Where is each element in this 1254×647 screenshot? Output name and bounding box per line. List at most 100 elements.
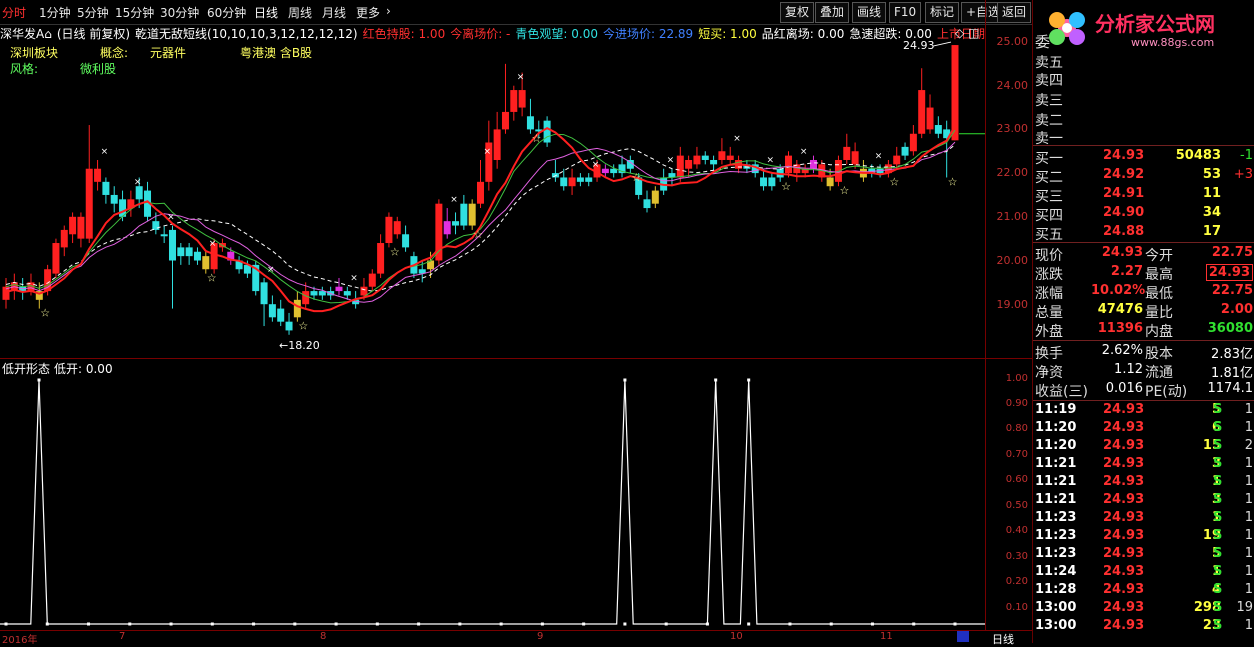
low-open-point bbox=[128, 622, 132, 626]
candle-body[interactable] bbox=[168, 229, 176, 261]
candle-body[interactable] bbox=[52, 243, 60, 274]
candle-body[interactable] bbox=[701, 155, 709, 160]
candle-body[interactable] bbox=[343, 291, 351, 296]
candle-body[interactable] bbox=[576, 177, 584, 182]
bid-row[interactable]: 买一 24.93 50483 -1 bbox=[1033, 148, 1254, 167]
low-open-chart[interactable] bbox=[0, 374, 985, 630]
candle-body[interactable] bbox=[468, 203, 476, 226]
bid-row[interactable]: 买二 24.92 53 +3 bbox=[1033, 167, 1254, 186]
candle-body[interactable] bbox=[651, 190, 659, 204]
tab-monthly[interactable]: 月线 bbox=[322, 4, 346, 21]
candle-body[interactable] bbox=[177, 247, 185, 257]
diamond-icon[interactable]: ◇ bbox=[955, 26, 964, 40]
candle-body[interactable] bbox=[568, 177, 576, 187]
candle-body[interactable] bbox=[477, 181, 484, 204]
candle-body[interactable] bbox=[710, 159, 718, 165]
f10-button[interactable]: F10 bbox=[889, 2, 922, 23]
candle-body[interactable] bbox=[601, 168, 609, 174]
candle-body[interactable] bbox=[560, 177, 568, 187]
candle-body[interactable] bbox=[543, 120, 551, 143]
candle-body[interactable] bbox=[368, 273, 376, 287]
candle-body[interactable] bbox=[443, 221, 451, 235]
candle-body[interactable] bbox=[826, 177, 834, 187]
candle-body[interactable] bbox=[893, 155, 901, 165]
candle-body[interactable] bbox=[685, 159, 693, 169]
candle-body[interactable] bbox=[102, 181, 110, 195]
tab-more[interactable]: 更多 bbox=[356, 4, 380, 21]
candle-body[interactable] bbox=[60, 229, 68, 248]
candle-body[interactable] bbox=[760, 177, 768, 187]
candle-body[interactable] bbox=[452, 221, 460, 226]
candle-body[interactable] bbox=[909, 133, 917, 152]
candle-body[interactable] bbox=[693, 155, 701, 165]
candlestick-chart[interactable]: ☆ ☆ ☆ ☆ ☆ ☆ ☆ ☆ ☆ ☆ ☆ × × × × × × × × × × × × × × × 24.93 ←18.20 bbox=[0, 40, 1032, 358]
stock-name[interactable]: 深华发A bbox=[0, 27, 44, 41]
candle-body[interactable] bbox=[360, 286, 368, 296]
candle-body[interactable] bbox=[493, 129, 501, 160]
period-button[interactable]: 日线 bbox=[992, 631, 1014, 647]
candle-body[interactable] bbox=[585, 177, 593, 182]
candle-body[interactable] bbox=[185, 247, 193, 257]
overlay-button[interactable]: 叠加 bbox=[815, 2, 850, 23]
tab-15min[interactable]: 15分钟 bbox=[115, 4, 154, 21]
candle-body[interactable] bbox=[310, 291, 318, 296]
candle-body[interactable] bbox=[726, 155, 734, 160]
tab-5min[interactable]: 5分钟 bbox=[77, 4, 109, 21]
bid-row[interactable]: 买三 24.91 11 bbox=[1033, 186, 1254, 205]
candle-body[interactable] bbox=[809, 159, 817, 169]
candle-body[interactable] bbox=[152, 221, 160, 230]
candle-body[interactable] bbox=[843, 146, 851, 160]
candle-body[interactable] bbox=[285, 321, 293, 331]
candle-body[interactable] bbox=[69, 216, 77, 235]
candle-body[interactable] bbox=[718, 151, 726, 160]
indicator-name[interactable]: 乾道无敌短线(10,10,10,3,12,12,12,12) bbox=[135, 27, 358, 41]
candle-body[interactable] bbox=[501, 111, 509, 130]
tab-60min[interactable]: 60分钟 bbox=[207, 4, 246, 21]
candle-body[interactable] bbox=[393, 221, 401, 235]
candle-body[interactable] bbox=[160, 234, 168, 237]
candle-body[interactable] bbox=[901, 146, 909, 156]
square-icon[interactable]: ◫ bbox=[968, 26, 979, 40]
candle-body[interactable] bbox=[385, 216, 393, 244]
candle-body[interactable] bbox=[510, 90, 518, 112]
bid-row[interactable]: 买五 24.88 17 bbox=[1033, 224, 1254, 243]
tab-30min[interactable]: 30分钟 bbox=[160, 4, 199, 21]
candle-body[interactable] bbox=[377, 243, 385, 274]
candle-body[interactable] bbox=[318, 291, 326, 296]
candle-body[interactable] bbox=[110, 194, 118, 204]
mark-button[interactable]: 标记 bbox=[925, 2, 960, 23]
candle-body[interactable] bbox=[302, 291, 310, 305]
candle-body[interactable] bbox=[135, 186, 143, 200]
candle-body[interactable] bbox=[926, 107, 934, 130]
candle-body[interactable] bbox=[460, 203, 468, 226]
tab-daily[interactable]: 日线 bbox=[254, 4, 278, 21]
tab-1min[interactable]: 1分钟 bbox=[39, 4, 71, 21]
candle-body[interactable] bbox=[193, 251, 201, 261]
candle-body[interactable] bbox=[785, 155, 793, 174]
tab-weekly[interactable]: 周线 bbox=[288, 4, 312, 21]
draw-line-button[interactable]: 画线 bbox=[852, 2, 887, 23]
candle-body[interactable] bbox=[77, 216, 85, 239]
candle-body[interactable] bbox=[851, 151, 859, 165]
candle-body[interactable] bbox=[643, 199, 651, 209]
candle-body[interactable] bbox=[768, 177, 776, 187]
candle-body[interactable] bbox=[260, 282, 268, 305]
tab-intraday[interactable]: 分时 bbox=[2, 4, 26, 21]
candle-body[interactable] bbox=[676, 155, 684, 178]
candle-body[interactable] bbox=[402, 234, 410, 248]
candle-body[interactable] bbox=[293, 299, 301, 318]
candle-body[interactable] bbox=[526, 116, 534, 130]
candle-body[interactable] bbox=[94, 168, 102, 182]
candle-body[interactable] bbox=[202, 256, 210, 270]
bid-row[interactable]: 买四 24.90 34 bbox=[1033, 205, 1254, 224]
candle-body[interactable] bbox=[335, 286, 343, 292]
chevron-right-icon[interactable]: › bbox=[386, 4, 391, 18]
candle-body[interactable] bbox=[277, 308, 285, 322]
candle-body[interactable] bbox=[918, 90, 926, 134]
candle-body[interactable] bbox=[518, 90, 526, 108]
candle-body[interactable] bbox=[85, 168, 93, 239]
candle-body[interactable] bbox=[934, 125, 942, 134]
adjust-button[interactable]: 复权 bbox=[780, 2, 815, 23]
scroll-marker[interactable] bbox=[957, 631, 969, 642]
candle-body[interactable] bbox=[268, 304, 276, 318]
